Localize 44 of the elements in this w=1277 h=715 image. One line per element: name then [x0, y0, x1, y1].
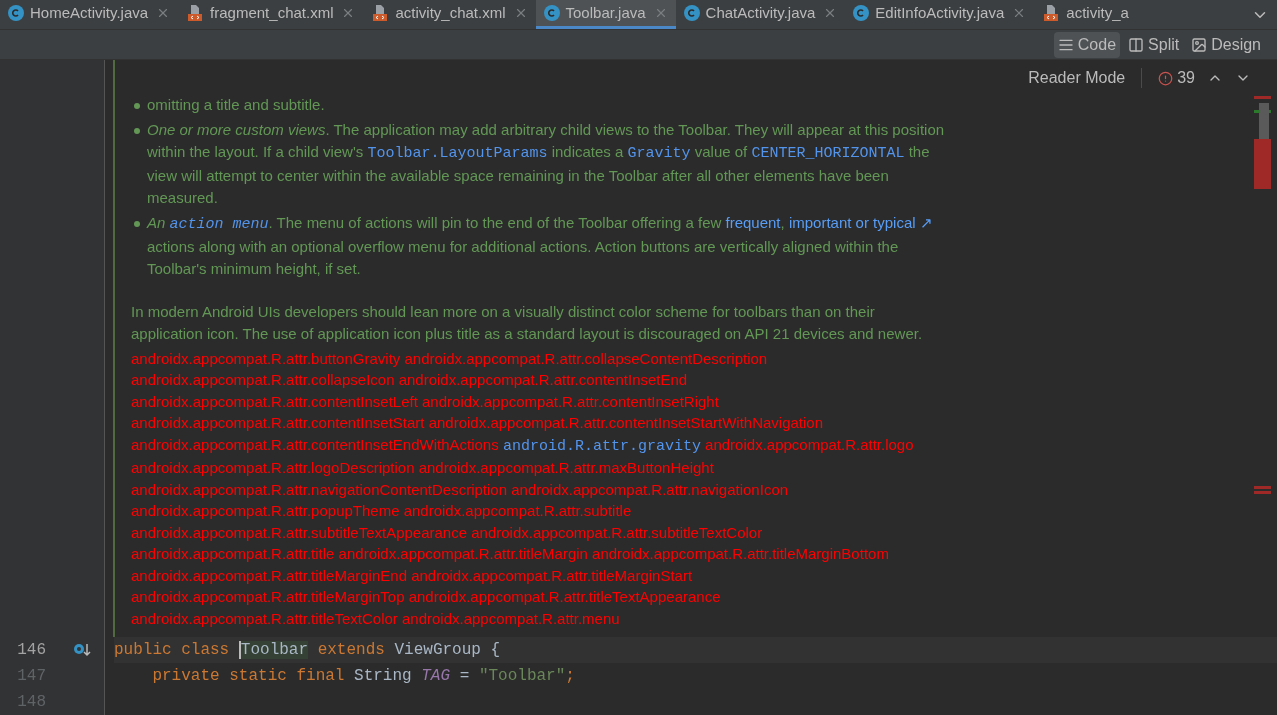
editor-tab[interactable]: HomeActivity.java — [0, 0, 179, 29]
tab-label: ChatActivity.java — [705, 2, 816, 23]
code-link[interactable]: Toolbar.LayoutParams — [367, 144, 548, 162]
class-file-icon — [543, 5, 560, 21]
code-line: private static final String TAG = "Toolbar"; — [151, 666, 575, 687]
view-mode-button[interactable]: Split — [1124, 31, 1184, 58]
editor-tab[interactable]: EditInfoActivity.java — [845, 0, 1035, 29]
doc-paragraph: In modern Android UIs developers should lean more on a visually distinct color scheme for toolbars than on their application icon. The use of application icon plus title as a standard layout is discouraged on API 21 devices and newer. — [131, 301, 924, 344]
split-view-icon — [1128, 36, 1145, 53]
line-number: 146 — [16, 640, 46, 661]
editor-tab[interactable]: activity_a — [1034, 0, 1137, 29]
editor-tab[interactable]: activity_chat.xml — [363, 0, 536, 29]
doc-list-item: One or more custom views. The application may add arbitrary child views to the Toolbar. They will appear at this position within the layout. If a child view's Toolbar.LayoutParams indicates a Gravity value of CENTER_HORIZONTAL the view will attempt to center within the available space remaining in the Toolbar after all other elements have been measured. — [147, 119, 946, 208]
layout-file-icon — [1042, 4, 1061, 22]
editor-tab[interactable]: ChatActivity.java — [675, 0, 846, 29]
code-line: public class Toolbar extends ViewGroup { — [114, 640, 501, 661]
doc-list-item: An action menu. The menu of actions will pin to the end of the Toolbar offering a few frequent, important or typical ↗ actions along with an optional overflow menu for additional actions. Action buttons are vertically aligned within the Toolbar's minimum height, if set. — [147, 212, 934, 279]
code-link[interactable]: CENTER_HORIZONTAL — [751, 144, 905, 162]
layout-file-icon — [371, 4, 390, 22]
tab-label: fragment_chat.xml — [210, 2, 334, 23]
doc-link[interactable]: frequent — [725, 213, 781, 231]
doc-link[interactable]: important or typical ↗ — [788, 213, 933, 231]
editor-tab[interactable]: fragment_chat.xml — [178, 0, 364, 29]
view-mode-button[interactable]: Design — [1187, 31, 1265, 58]
tab-label: Toolbar.java — [565, 2, 646, 23]
code-link[interactable]: Gravity — [627, 144, 691, 162]
class-file-icon — [853, 5, 870, 21]
attribute-references: androidx.appcompat.R.attr.buttonGravity androidx.appcompat.R.attr.collapseContentDescription androidx.appcompat.R.attr.collapseIcon androidx.appcompat.R.attr.contentInsetEnd androidx.appcompat.R.attr.contentInsetLeft androidx.appcompat.R.attr.contentInsetRight androidx.appcompat.R.attr.contentInsetStart androidx.appcompat.R.attr.contentInsetStartWithNavigation androidx.appcompat.R.attr.contentInsetEndWithActions android.R.attr.gravity androidx.appcompat.R.attr.logo androidx.appcompat.R.attr.logoDescription androidx.appcompat.R.attr.maxButtonHeight androidx.appcompat.R.attr.navigationContentDescription androidx.appcompat.R.attr.navigationIcon androidx.appcompat.R.attr.popupTheme androidx.appcompat.R.attr.subtitle androidx.appcompat.R.attr.subtitleTextAppearance androidx.appcompat.R.attr.subtitleTextColor androidx.appcompat.R.attr.title androidx.appcompat.R.attr.titleMargin androidx.appcompat.R.attr.titleMarginBottom androidx.appcompat.R.attr.titleMarginEnd androidx.appcompat.R.attr.titleMarginStart androidx.appcompat.R.attr.titleMarginTop androidx.appcompat.R.attr.titleTextAppearance androidx.appcompat.R.attr.titleTextColor androidx.appcompat.R.attr.menu — [131, 348, 915, 629]
class-file-icon — [8, 5, 24, 21]
reader-mode-toggle[interactable]: Reader Mode — [1028, 66, 1126, 90]
editor-tab[interactable]: Toolbar.java — [535, 0, 676, 29]
tab-label: activity_chat.xml — [395, 2, 506, 23]
design-view-icon — [1191, 36, 1208, 53]
doc-list-item: omitting a title and subtitle. — [147, 94, 326, 115]
tab-label: EditInfoActivity.java — [875, 2, 1005, 23]
override-icon[interactable] — [73, 642, 91, 658]
view-mode-button[interactable]: Code — [1053, 31, 1121, 58]
tab-label: activity_a — [1066, 2, 1129, 23]
layout-file-icon — [186, 4, 205, 22]
tab-label: HomeActivity.java — [30, 2, 149, 23]
class-file-icon — [683, 5, 700, 21]
error-icon — [1158, 70, 1174, 86]
code-link[interactable]: android.R.attr.gravity — [502, 437, 701, 455]
error-count[interactable]: 39 — [1158, 66, 1195, 90]
